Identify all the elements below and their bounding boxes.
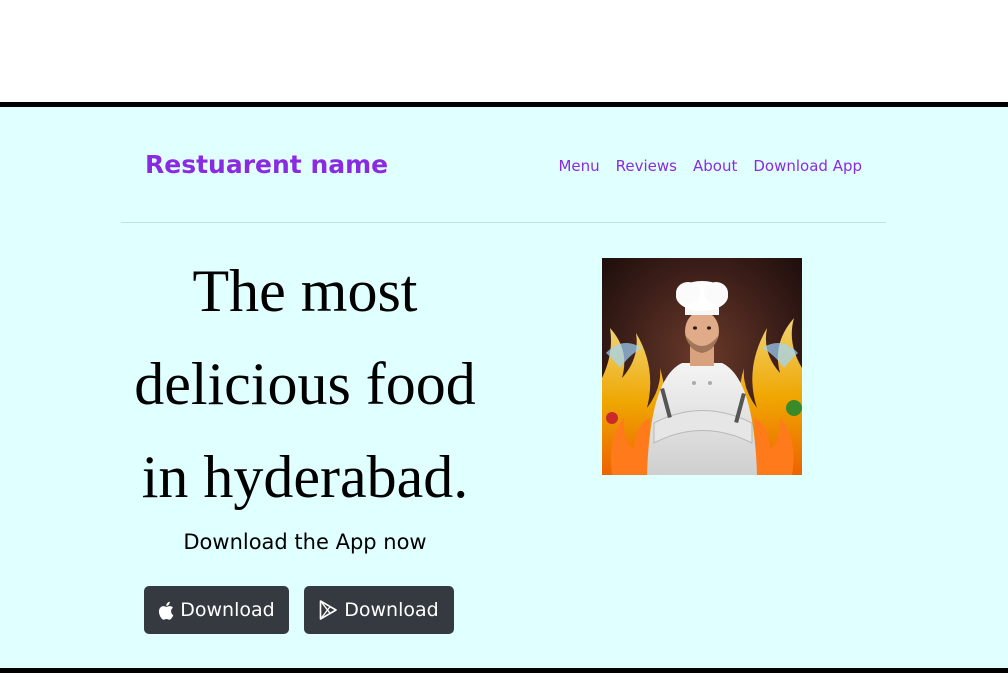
hero-section: Restuarent name Menu Reviews About Downl…: [0, 102, 1008, 673]
nav-link-menu[interactable]: Menu: [558, 157, 599, 175]
headline-line-2: delicious food: [134, 351, 476, 417]
download-apple-label: Download: [180, 599, 275, 621]
nav-link-reviews[interactable]: Reviews: [616, 157, 677, 175]
nav-link-about[interactable]: About: [693, 157, 737, 175]
headline-line-1: The most: [192, 258, 418, 324]
nav-links: Menu Reviews About Download App: [558, 157, 862, 175]
nav-link-download-app[interactable]: Download App: [753, 157, 862, 175]
hero-headline: The most delicious food in hyderabad.: [120, 245, 490, 524]
navbar: Restuarent name Menu Reviews About Downl…: [121, 107, 886, 223]
chef-image: [602, 258, 802, 475]
google-play-icon: [319, 600, 338, 620]
download-apple-button[interactable]: Download: [144, 586, 289, 634]
headline-line-3: in hyderabad.: [141, 444, 469, 510]
download-google-play-button[interactable]: Download: [304, 586, 454, 634]
page: Restuarent name Menu Reviews About Downl…: [0, 0, 1008, 692]
apple-icon: [158, 601, 174, 620]
download-subhead: Download the App now: [183, 530, 427, 554]
download-google-play-label: Download: [344, 599, 439, 621]
brand-name[interactable]: Restuarent name: [145, 150, 388, 179]
